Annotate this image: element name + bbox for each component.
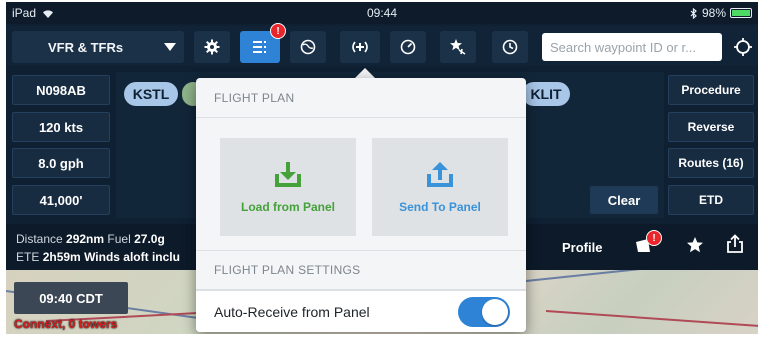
auto-receive-label: Auto-Receive from Panel [214,304,370,320]
share-icon [727,234,743,253]
send-to-panel-label: Send To Panel [399,200,481,214]
flight-plan-section-header: FLIGHT PLAN [196,78,526,118]
auto-receive-row: Auto-Receive from Panel [196,290,526,332]
clear-route-button[interactable]: Clear [590,186,658,214]
status-bar: iPad 09:44 98% [6,2,758,24]
altitude-button[interactable]: 41,000' [12,185,110,215]
globe-icon [300,39,316,55]
nav-log-badge: ! [646,230,662,246]
fuel-label: Fuel [107,232,131,246]
summary-line-1: Distance 292nm Fuel 27.0g [16,232,165,246]
caret-down-icon [164,43,176,51]
aircraft-button[interactable]: N098AB [12,75,110,105]
crosshair-icon [734,38,752,56]
layer-select-value: VFR & TFRs [48,39,124,55]
toggle-knob [482,299,508,325]
connect-button[interactable] [340,31,380,63]
waypoint-origin[interactable]: KSTL [124,82,178,106]
download-icon [275,162,301,187]
layer-select[interactable]: VFR & TFRs [12,31,184,63]
bluetooth-icon [690,7,697,19]
map-mode-button[interactable] [290,31,326,63]
fuel-value: 27.0g [134,232,165,246]
status-time: 09:44 [366,6,398,20]
fuel-flow-button[interactable]: 8.0 gph [12,148,110,178]
timer-button[interactable] [492,31,528,63]
app-screen: iPad 09:44 98% VFR & TFRs ! Search waypo… [6,2,758,334]
waypoint-search-input[interactable] [542,33,722,61]
battery-fill [732,10,750,16]
clock-icon [502,39,518,55]
star-icon [687,237,703,253]
favorite-route-button[interactable] [686,236,704,257]
auto-receive-toggle[interactable] [458,297,510,327]
reverse-button[interactable]: Reverse [668,112,754,142]
gauge-icon [400,39,416,55]
load-from-panel-label: Load from Panel [240,200,335,214]
connection-status: Connext, 0 towers [14,317,118,331]
flight-plan-badge: ! [270,23,286,39]
status-right: 98% [690,6,752,20]
winds-aloft-label: Winds aloft inclu [84,250,180,264]
instruments-button[interactable] [390,31,426,63]
map-airway [525,270,758,282]
flight-plan-list-icon [253,41,266,53]
ete-value: 2h59m [42,250,81,264]
distance-label: Distance [16,232,63,246]
broadcast-icon [352,41,368,53]
battery-percent: 98% [701,6,726,20]
map-road [545,310,758,328]
battery-icon [730,8,752,18]
flight-plan-button[interactable]: ! [240,23,286,63]
upload-icon [427,162,453,187]
share-button[interactable] [726,234,744,257]
star-plane-icon [450,39,466,55]
favorites-button[interactable] [440,31,476,63]
routes-button[interactable]: Routes (16) [668,148,754,178]
toolbar: VFR & TFRs ! [6,23,758,66]
distance-value: 292nm [66,232,105,246]
flight-plan-popover: FLIGHT PLAN Load from Panel Send To Pane… [196,78,526,332]
waypoint-destination[interactable]: KLIT [522,82,570,106]
ete-label: ETE [16,250,40,264]
gear-icon [204,39,220,55]
nav-log-button[interactable]: ! [634,230,662,258]
map-clock: 09:40 CDT [14,282,128,314]
etd-button[interactable]: ETD [668,185,754,215]
settings-section-header: FLIGHT PLAN SETTINGS [196,250,526,290]
settings-button[interactable] [194,31,230,63]
profile-button[interactable]: Profile [562,240,602,255]
speed-button[interactable]: 120 kts [12,112,110,142]
send-to-panel-button[interactable]: Send To Panel [372,138,508,236]
procedure-button[interactable]: Procedure [668,75,754,105]
summary-line-2: ETE 2h59m Winds aloft inclu [16,250,180,264]
load-from-panel-button[interactable]: Load from Panel [220,138,356,236]
locate-button[interactable] [730,31,756,63]
